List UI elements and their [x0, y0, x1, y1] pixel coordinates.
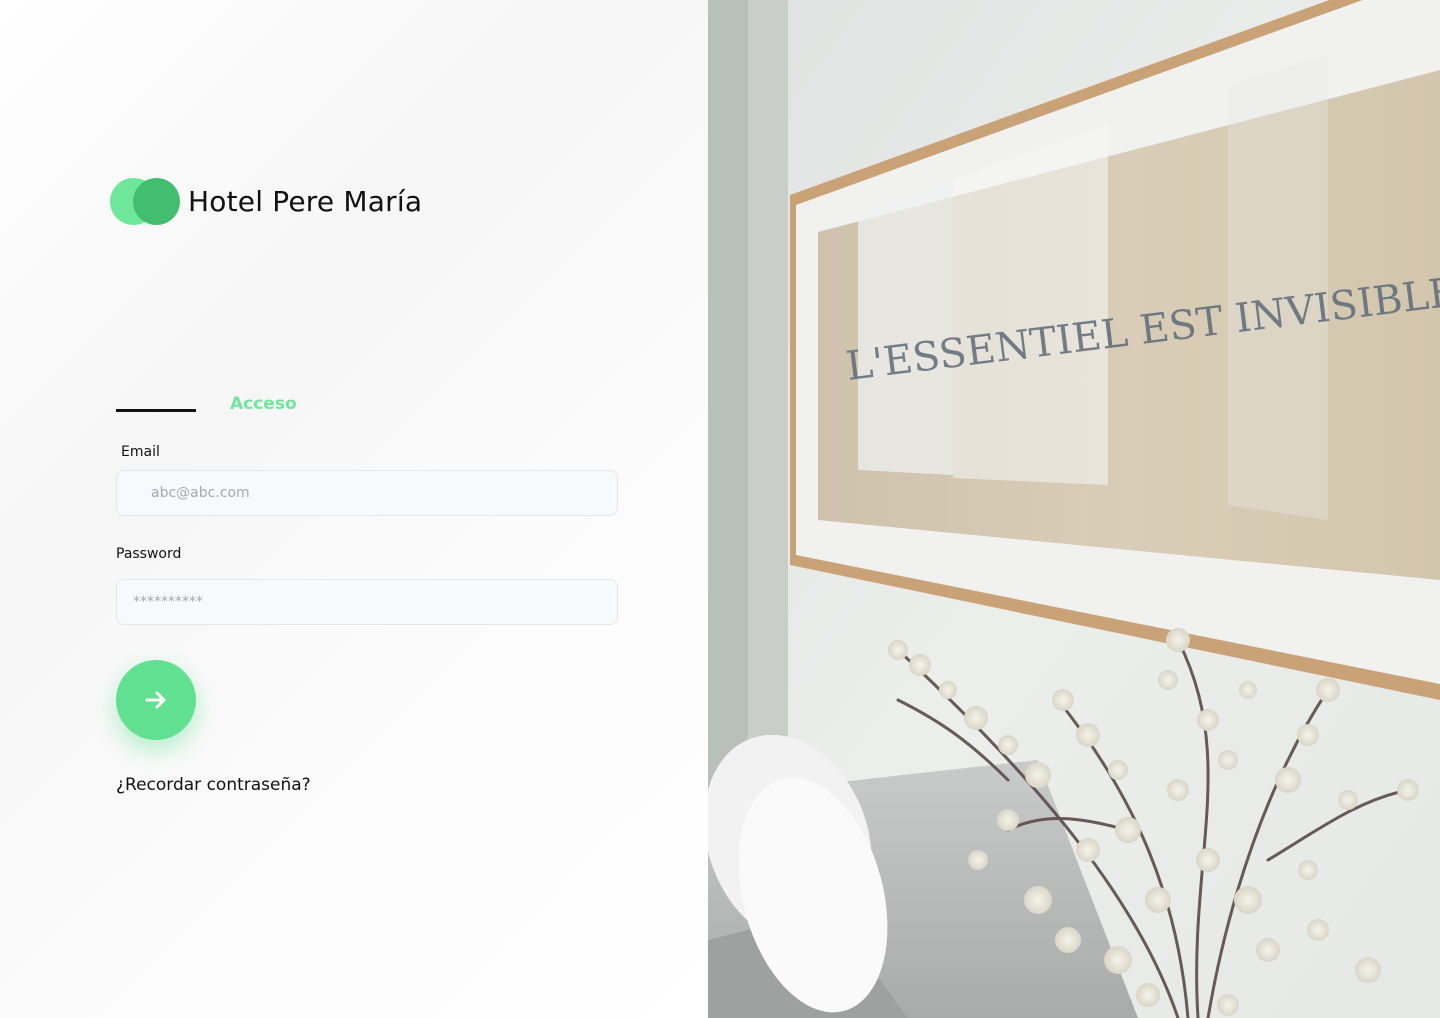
- login-panel: Hotel Pere María Acceso Email Password ¿…: [0, 0, 708, 1018]
- forgot-password-link[interactable]: ¿Recordar contraseña?: [116, 775, 311, 795]
- submit-button[interactable]: [116, 660, 196, 740]
- email-field[interactable]: [116, 470, 618, 516]
- logo-icon: [110, 178, 180, 225]
- brand-logo: Hotel Pere María: [110, 178, 422, 225]
- password-field[interactable]: [116, 579, 618, 625]
- hero-photo: L'ESSENTIEL EST INVISIBLE POUR LES YEUX: [708, 0, 1440, 1018]
- login-page: Hotel Pere María Acceso Email Password ¿…: [0, 0, 1440, 1018]
- tab-bar: Acceso: [116, 394, 297, 414]
- password-label: Password: [116, 546, 182, 562]
- tab-indicator: [116, 408, 196, 412]
- arrow-right-icon: [145, 691, 166, 709]
- email-label: Email: [121, 444, 160, 460]
- brand-name: Hotel Pere María: [188, 185, 423, 218]
- tab-acceso[interactable]: Acceso: [230, 394, 297, 414]
